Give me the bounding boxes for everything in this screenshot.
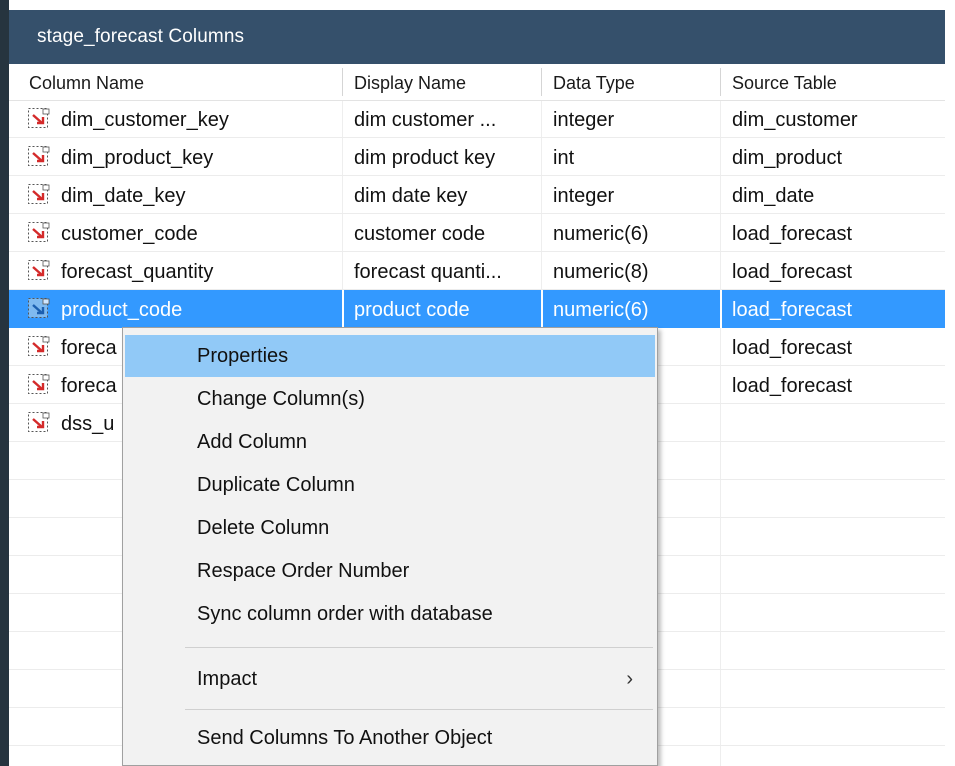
chevron-right-icon: › bbox=[626, 668, 633, 690]
table-row[interactable]: customer_code customer code numeric(6) load… bbox=[9, 214, 945, 252]
panel-title: stage_forecast Columns bbox=[37, 26, 245, 47]
window-right-edge bbox=[945, 10, 955, 766]
column-arrow-icon bbox=[28, 298, 50, 318]
window-left-border bbox=[0, 0, 9, 766]
column-arrow-icon bbox=[28, 146, 50, 166]
column-arrow-icon bbox=[28, 222, 50, 242]
menu-item-label: Respace Order Number bbox=[197, 560, 410, 582]
row-separator bbox=[720, 290, 722, 328]
menu-item-label: Add Column bbox=[197, 431, 308, 453]
table-row[interactable]: product_code product code numeric(6) load_f… bbox=[9, 290, 945, 328]
header-data-type[interactable]: Data Type bbox=[541, 64, 720, 100]
cell-column-name: customer_code bbox=[61, 223, 198, 245]
context-menu: Properties Change Column(s) Add Column D… bbox=[122, 327, 658, 766]
menu-item-sync-column-order[interactable]: Sync column order with database bbox=[125, 593, 655, 635]
grid-header: Column Name Display Name Data Type Sourc… bbox=[9, 64, 945, 101]
column-arrow-icon bbox=[28, 108, 50, 128]
cell-display-name: dim product key bbox=[354, 147, 496, 169]
table-row[interactable]: dim_product_key dim product key int dim_pro… bbox=[9, 138, 945, 176]
cell-data-type: numeric(8) bbox=[553, 261, 649, 283]
menu-separator bbox=[185, 647, 653, 648]
menu-separator bbox=[185, 709, 653, 710]
cell-column-name: dim_date_key bbox=[61, 185, 186, 207]
cell-source-table: load_forecast bbox=[732, 223, 853, 245]
menu-item-label: Delete Column bbox=[197, 517, 330, 539]
header-display-name[interactable]: Display Name bbox=[342, 64, 541, 100]
menu-item-respace-order-number[interactable]: Respace Order Number bbox=[125, 550, 655, 592]
cell-column-name: forecast_quantity bbox=[61, 261, 214, 283]
cell-source-table: dim_date bbox=[732, 185, 815, 207]
header-column-name[interactable]: Column Name bbox=[17, 64, 342, 100]
menu-item-label: Change Column(s) bbox=[197, 388, 365, 410]
cell-display-name: product code bbox=[354, 299, 470, 321]
cell-source-table: load_forecast bbox=[732, 299, 853, 321]
column-arrow-icon bbox=[28, 374, 50, 394]
column-arrow-icon bbox=[28, 336, 50, 356]
cell-source-table: dim_customer bbox=[732, 109, 858, 131]
menu-item-label: Sync column order with database bbox=[197, 603, 493, 625]
menu-item-label: Duplicate Column bbox=[197, 474, 355, 496]
menu-item-label: Properties bbox=[197, 345, 289, 367]
menu-item-send-columns[interactable]: Send Columns To Another Object bbox=[125, 717, 655, 759]
cell-display-name: customer code bbox=[354, 223, 486, 245]
cell-display-name: dim date key bbox=[354, 185, 468, 207]
cell-display-name: forecast quanti... bbox=[354, 261, 502, 283]
cell-source-table: load_forecast bbox=[732, 375, 853, 397]
menu-item-impact[interactable]: Impact › bbox=[125, 658, 655, 700]
cell-display-name: dim customer ... bbox=[354, 109, 497, 131]
cell-column-name: product_code bbox=[61, 299, 183, 321]
menu-item-label: Impact bbox=[197, 668, 258, 690]
column-arrow-icon bbox=[28, 412, 50, 432]
menu-item-add-column[interactable]: Add Column bbox=[125, 421, 655, 463]
cell-column-name: dim_customer_key bbox=[61, 109, 229, 131]
cell-data-type: numeric(6) bbox=[553, 299, 649, 321]
menu-item-label: Send Columns To Another Object bbox=[197, 727, 493, 749]
cell-source-table: dim_product bbox=[732, 147, 843, 169]
cell-data-type: integer bbox=[553, 185, 615, 207]
table-row[interactable]: dim_customer_key dim customer ... integer d… bbox=[9, 100, 945, 138]
menu-item-properties[interactable]: Properties bbox=[125, 335, 655, 377]
menu-item-change-columns[interactable]: Change Column(s) bbox=[125, 378, 655, 420]
panel-title-bar: stage_forecast Columns bbox=[9, 10, 945, 64]
menu-item-duplicate-column[interactable]: Duplicate Column bbox=[125, 464, 655, 506]
cell-source-table bbox=[732, 404, 942, 442]
cell-source-table: load_forecast bbox=[732, 261, 853, 283]
row-separator bbox=[541, 290, 543, 328]
cell-column-name: dim_product_key bbox=[61, 147, 214, 169]
cell-source-table: load_forecast bbox=[732, 337, 853, 359]
column-arrow-icon bbox=[28, 260, 50, 280]
cell-data-type: numeric(6) bbox=[553, 223, 649, 245]
cell-data-type: integer bbox=[553, 109, 615, 131]
column-arrow-icon bbox=[28, 184, 50, 204]
cell-data-type: int bbox=[553, 147, 575, 169]
menu-item-delete-column[interactable]: Delete Column bbox=[125, 507, 655, 549]
row-separator bbox=[342, 290, 344, 328]
window-top-border bbox=[0, 0, 955, 10]
table-row[interactable]: dim_date_key dim date key integer dim_date bbox=[9, 176, 945, 214]
header-source-table[interactable]: Source Table bbox=[720, 64, 945, 100]
table-row[interactable]: forecast_quantity forecast quanti... numer… bbox=[9, 252, 945, 290]
